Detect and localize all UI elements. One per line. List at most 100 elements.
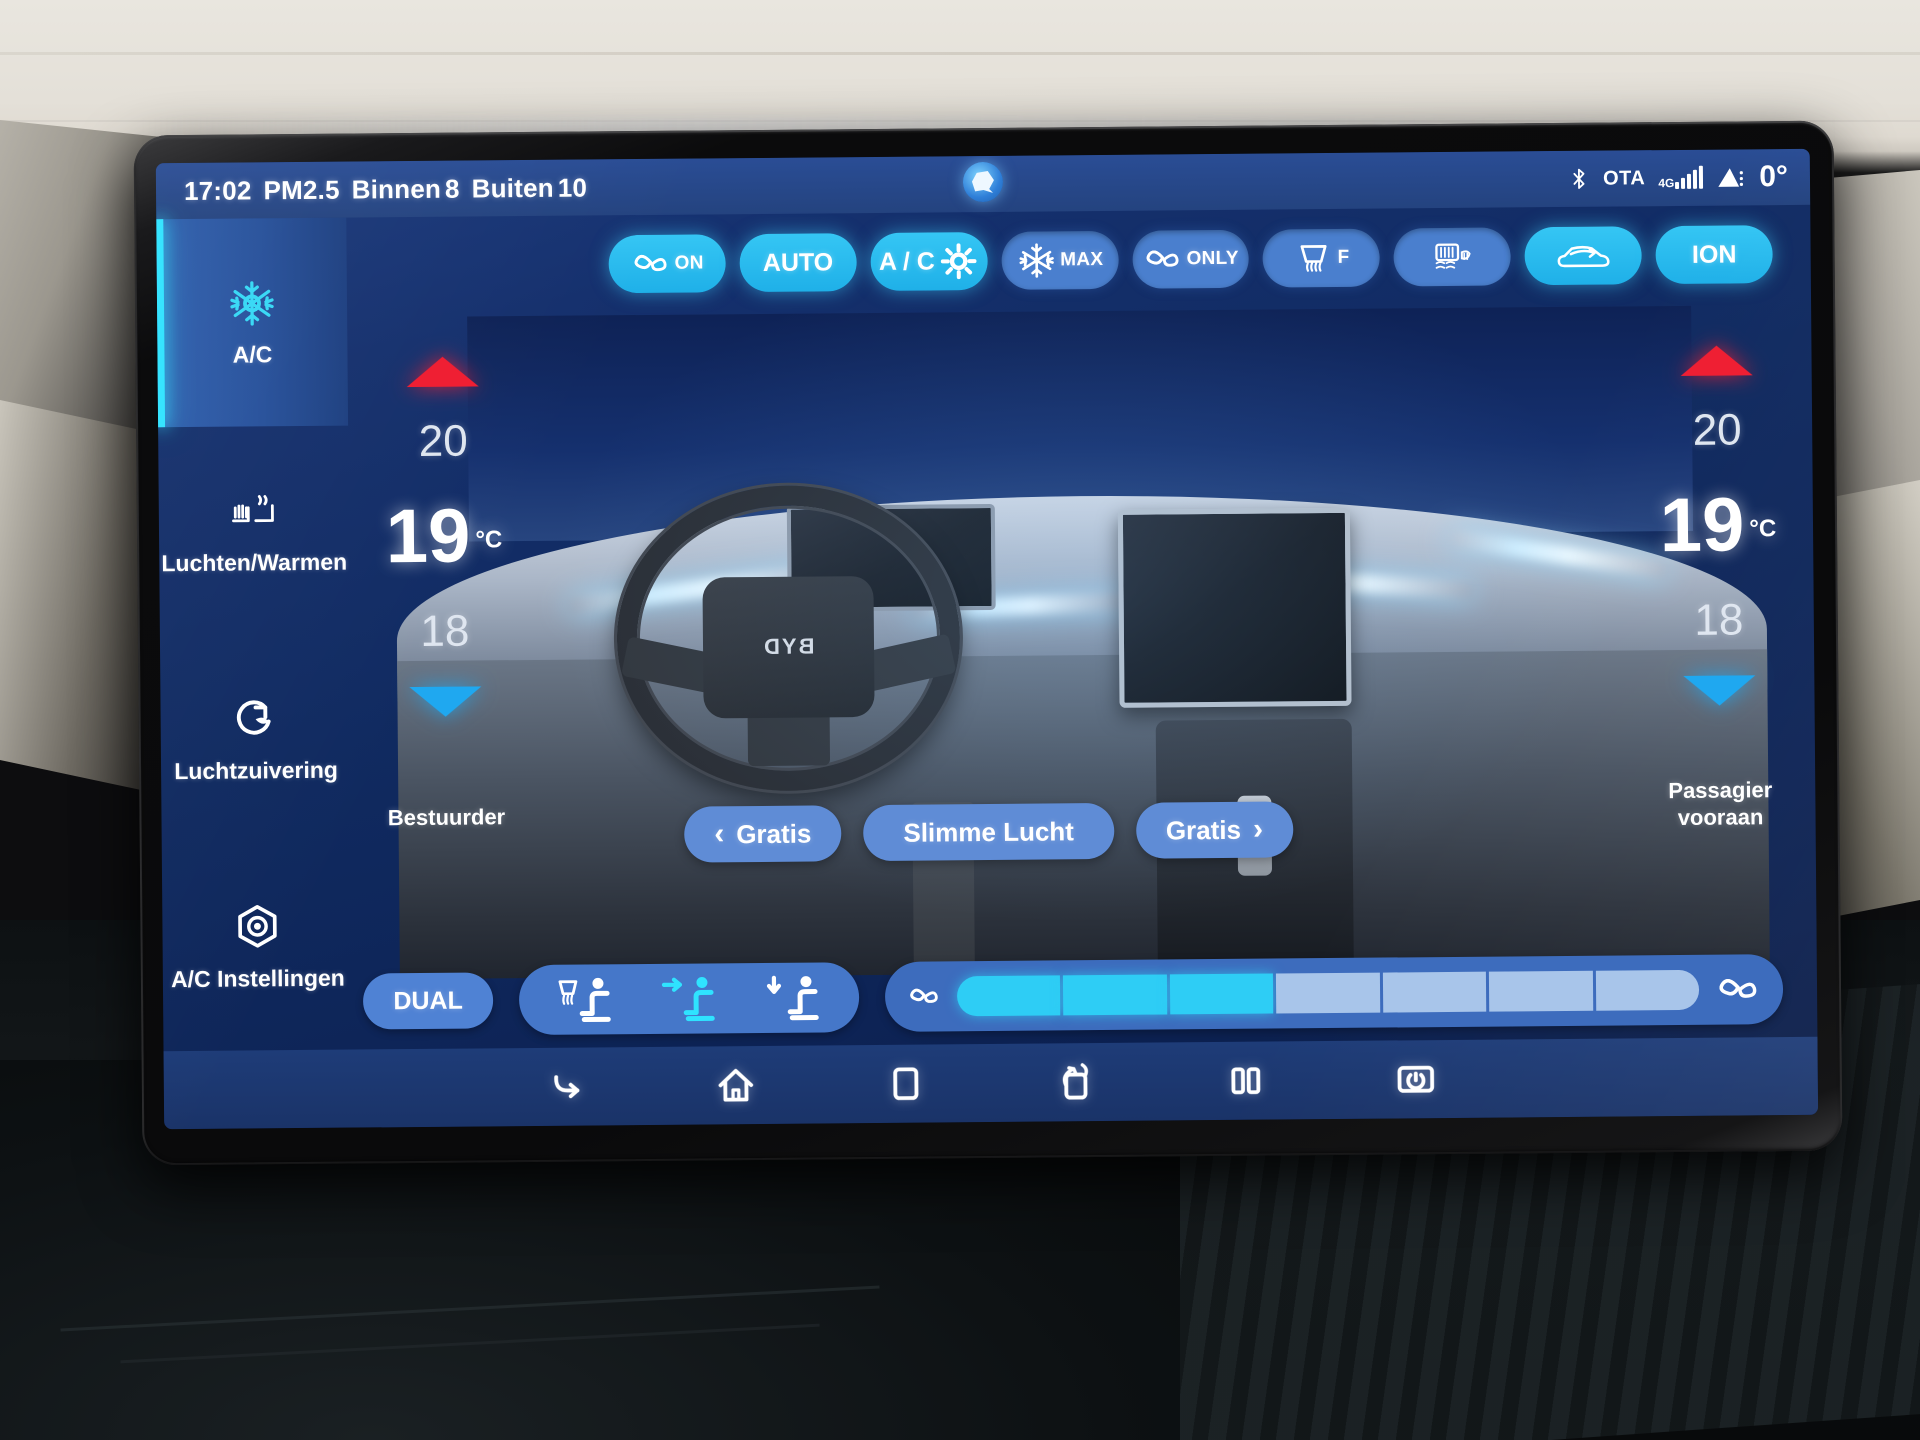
nav-recents-button[interactable] (880, 1058, 932, 1110)
sidebar-item-ac-settings[interactable]: A/C Instellingen (162, 842, 354, 1052)
airflow-face-icon (661, 977, 715, 1022)
floor-mat-line (60, 1285, 880, 1332)
dual-zone-button[interactable]: DUAL (362, 972, 494, 1030)
nav-split-screen-button[interactable] (1220, 1055, 1272, 1107)
driver-temp-up-value[interactable]: 20 (419, 417, 468, 467)
fan-segment[interactable] (1063, 974, 1168, 1016)
pill-fan-only[interactable]: ONLY (1131, 229, 1250, 289)
sidebar-item-ac[interactable]: A/C (156, 217, 349, 428)
signal-strength-bars (1675, 165, 1704, 189)
pill-label: ON (674, 252, 704, 274)
airflow-mode-defrost-face[interactable] (548, 971, 622, 1028)
fan-speed-slider[interactable] (884, 954, 1784, 1032)
nav-back-button[interactable] (540, 1060, 592, 1112)
chevron-down-icon[interactable] (1683, 675, 1756, 707)
passenger-temp-down-value[interactable]: 18 (1694, 596, 1743, 646)
chevron-down-icon[interactable] (409, 686, 482, 718)
voice-assistant-icon[interactable] (962, 161, 1004, 203)
status-outdoor-label: Buiten (471, 172, 554, 203)
pill-front-defrost[interactable]: F (1262, 228, 1381, 288)
fan-segment[interactable] (1488, 970, 1593, 1012)
signal-bars-icon: 4G (1658, 165, 1704, 191)
climate-function-pills: ON AUTO A / C MAX ONLY F ION (608, 223, 1773, 295)
driver-current-temperature: 19 °C (385, 493, 502, 580)
airflow-mode-feet[interactable] (756, 969, 830, 1026)
status-indoor-label: Binnen (351, 173, 442, 205)
airflow-mode-face[interactable] (652, 970, 726, 1027)
fan-small-icon (910, 988, 938, 1003)
smart-air-next-label: Gratis (1165, 814, 1242, 845)
fan-segment[interactable] (956, 975, 1061, 1017)
passenger-temp-up-value[interactable]: 20 (1692, 405, 1741, 455)
pill-ac[interactable]: A / C (870, 231, 988, 292)
climate-sidebar: A/C Luchten/Warmen Luchtzuivering A/C In… (156, 217, 354, 1052)
driver-seat-label: Bestuurder (387, 804, 506, 831)
status-indoor-value: 8 (444, 173, 460, 204)
smart-air-selector: ‹ Gratis Slimme Lucht Gratis › (684, 801, 1294, 863)
fan-speed-segments[interactable] (956, 969, 1700, 1017)
status-bar: 17:02 PM2.5 Binnen 8 Buiten 10 OTA 4G 0° (155, 148, 1811, 220)
sidebar-item-label: A/C (232, 340, 273, 368)
voice-assistant-button[interactable] (962, 161, 1004, 203)
illustration-glow (467, 305, 1697, 979)
sidebar-item-label: A/C Instellingen (170, 964, 345, 992)
fan-segment[interactable] (1595, 969, 1700, 1011)
status-bar-left: 17:02 PM2.5 Binnen 8 Buiten 10 (184, 172, 599, 207)
nav-screen-off-button[interactable] (1390, 1053, 1442, 1105)
exterior-temperature: 0° (1759, 160, 1789, 194)
airflow-feet-icon (766, 975, 819, 1021)
smart-air-prev-button[interactable]: ‹ Gratis (684, 805, 842, 863)
fan-icon (1146, 250, 1179, 267)
sidebar-item-label: Luchtzuivering (174, 756, 338, 784)
front-defrost-icon (1300, 245, 1327, 272)
network-type-label: 4G (1658, 175, 1675, 191)
infotainment-tablet: BYD 17:02 PM2.5 Binnen 8 Buiten 10 (133, 120, 1843, 1166)
smart-air-mode-button[interactable]: Slimme Lucht (863, 802, 1115, 862)
screen-off-power-icon (1397, 1065, 1435, 1093)
pill-auto[interactable]: AUTO (739, 233, 857, 293)
pill-ion[interactable]: ION (1655, 225, 1773, 285)
fan-large-icon (1719, 979, 1757, 998)
car-interior-image: BYD (395, 305, 1771, 980)
chevron-up-icon[interactable] (1680, 345, 1753, 376)
home-icon (718, 1068, 754, 1102)
pill-max-cool[interactable]: MAX (1001, 230, 1119, 290)
pill-rear-defrost[interactable] (1393, 227, 1512, 287)
smart-air-prev-label: Gratis (736, 818, 812, 849)
rear-defrost-mirror-icon (1435, 243, 1471, 269)
fan-segment[interactable] (1169, 973, 1274, 1015)
split-screen-icon (1231, 1067, 1261, 1095)
pill-label: AUTO (762, 247, 834, 277)
ota-label: OTA (1602, 166, 1646, 190)
airflow-mode-group (518, 962, 860, 1036)
assistant-glyph (972, 171, 994, 193)
pill-label: ONLY (1186, 247, 1239, 270)
driver-temp-down-value[interactable]: 18 (420, 607, 469, 657)
back-icon (554, 1075, 580, 1099)
fan-segment[interactable] (1382, 971, 1487, 1013)
driver-temp-value: 19 (385, 493, 471, 580)
pill-recirculation[interactable] (1524, 226, 1643, 286)
chevron-up-icon[interactable] (406, 356, 479, 388)
nav-rotate-screen-button[interactable] (1050, 1056, 1102, 1108)
smart-air-next-button[interactable]: Gratis › (1135, 801, 1294, 859)
chevron-right-icon: › (1252, 812, 1264, 846)
nav-home-button[interactable] (710, 1059, 762, 1111)
pill-fan-on[interactable]: ON (608, 234, 726, 294)
snowflake-icon (1019, 243, 1054, 278)
gear-small-icon (941, 243, 977, 280)
pill-label: A / C (878, 246, 936, 276)
seat-heat-vent-icon (228, 485, 280, 537)
sidebar-item-ventilate-heat[interactable]: Luchten/Warmen (158, 426, 350, 636)
passenger-current-temperature: 19 °C (1659, 482, 1776, 569)
passenger-temp-value: 19 (1659, 482, 1745, 569)
bottom-control-row: DUAL (362, 951, 1784, 1039)
bluetooth-icon[interactable] (1568, 166, 1590, 192)
status-time: 17:02 (183, 174, 252, 206)
fan-segment[interactable] (1276, 972, 1380, 1014)
vehicle-illustration-stage: BYD (347, 295, 1817, 980)
recents-square-icon (893, 1067, 919, 1101)
passenger-seat-label: Passagier vooraan (1668, 777, 1773, 831)
pill-label: F (1337, 246, 1350, 268)
sidebar-item-air-purification[interactable]: Luchtzuivering (160, 634, 352, 844)
